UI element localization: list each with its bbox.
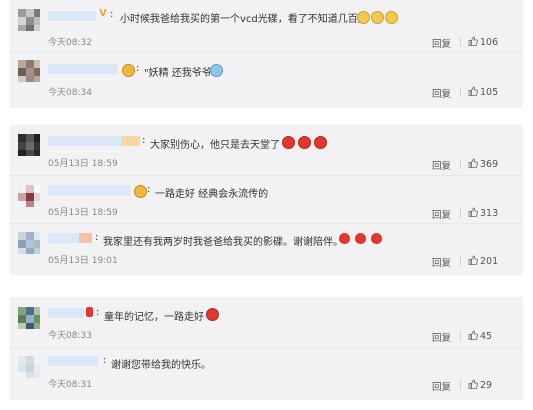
colon: : xyxy=(96,307,100,318)
reply-button[interactable]: 回复 xyxy=(432,86,451,100)
avatar[interactable] xyxy=(18,134,40,156)
timestamp: 05月13日 18:59 xyxy=(48,159,118,169)
heart-icon xyxy=(339,233,350,244)
colon: : xyxy=(103,355,107,366)
heart-icon xyxy=(371,233,382,244)
emoji-icon xyxy=(385,11,398,24)
comment-text: 大家别伤心，他只是去天堂了 xyxy=(150,140,280,151)
reply-button[interactable]: 回复 xyxy=(432,207,451,221)
like-count: 313 xyxy=(480,208,499,219)
heart-icon xyxy=(355,233,366,244)
comment-item: : 我家里还有我两岁时我爸爸给我买的影碟。谢谢陪伴。 05月13日 19:01 … xyxy=(10,223,523,274)
like-button[interactable]: 369 xyxy=(468,158,498,170)
emoji-icon xyxy=(134,185,147,198)
thumbs-up-icon xyxy=(468,207,478,217)
comment-group-1: V : 小时候我爸给我买的第一个vcd光碟，看了不知道几百遍 今天08:32 回… xyxy=(0,0,533,108)
comment-text: 谢谢您带给我的快乐。 xyxy=(111,360,211,371)
comment-item: : 童年的记忆，一路走好 今天08:33 回复 45 xyxy=(10,301,523,347)
reply-button[interactable]: 回复 xyxy=(432,379,451,393)
colon: : xyxy=(95,232,99,243)
comment-item: : "妖精 还我爷爷" 今天08:34 回复 105 xyxy=(10,51,523,104)
divider xyxy=(460,331,461,341)
like-button[interactable]: 313 xyxy=(468,207,498,219)
comment-group-2: : 大家别伤心，他只是去天堂了 05月13日 18:59 回复 369 : 一路… xyxy=(0,125,533,275)
avatar[interactable] xyxy=(18,307,40,329)
colon: : xyxy=(110,9,114,20)
emoji-icon xyxy=(298,136,311,149)
emoji-icon xyxy=(282,136,295,149)
username[interactable] xyxy=(48,356,98,366)
reply-button[interactable]: 回复 xyxy=(432,36,451,50)
colon: : xyxy=(147,184,151,195)
emoji-icon xyxy=(210,64,223,77)
thumbs-up-icon xyxy=(468,158,478,168)
emoji-icon xyxy=(206,308,219,321)
like-button[interactable]: 105 xyxy=(468,86,498,98)
username[interactable] xyxy=(48,185,130,195)
like-count: 29 xyxy=(480,380,493,391)
like-count: 105 xyxy=(480,87,499,98)
like-button[interactable]: 106 xyxy=(468,36,498,48)
timestamp: 今天08:34 xyxy=(48,88,92,98)
like-count: 106 xyxy=(480,37,499,48)
comment-text: 小时候我爸给我买的第一个vcd光碟，看了不知道几百遍 xyxy=(120,14,368,25)
thumbs-up-icon xyxy=(468,36,478,46)
avatar[interactable] xyxy=(18,356,40,378)
emoji-icon xyxy=(314,136,327,149)
divider xyxy=(460,380,461,390)
comment-text: 童年的记忆，一路走好 xyxy=(104,312,204,323)
avatar[interactable] xyxy=(18,185,40,207)
thumbs-up-icon xyxy=(468,330,478,340)
comment-text: 我家里还有我两岁时我爸爸给我买的影碟。谢谢陪伴。 xyxy=(103,237,343,248)
divider xyxy=(460,159,461,169)
reply-button[interactable]: 回复 xyxy=(432,330,451,344)
like-count: 45 xyxy=(480,331,493,342)
avatar[interactable] xyxy=(18,9,40,31)
avatar[interactable] xyxy=(18,232,40,254)
like-count: 369 xyxy=(480,159,499,170)
like-button[interactable]: 29 xyxy=(468,379,492,391)
divider xyxy=(460,87,461,97)
like-count: 201 xyxy=(480,256,499,267)
avatar[interactable] xyxy=(18,60,40,82)
divider xyxy=(460,208,461,218)
colon: : xyxy=(136,63,140,74)
username[interactable] xyxy=(48,233,92,243)
comment-item: : 一路走好 经典会永流传的 05月13日 18:59 回复 313 xyxy=(10,175,523,224)
username[interactable] xyxy=(48,136,140,146)
timestamp: 05月13日 18:59 xyxy=(48,208,118,218)
like-button[interactable]: 45 xyxy=(468,330,492,342)
divider xyxy=(460,37,461,47)
timestamp: 今天08:31 xyxy=(48,380,92,390)
reply-button[interactable]: 回复 xyxy=(432,255,451,269)
thumbs-up-icon xyxy=(468,86,478,96)
thumbs-up-icon xyxy=(468,255,478,265)
username[interactable] xyxy=(48,11,96,21)
like-button[interactable]: 201 xyxy=(468,255,498,267)
username[interactable] xyxy=(48,64,118,74)
timestamp: 今天08:32 xyxy=(48,38,92,48)
comment-item: V : 小时候我爸给我买的第一个vcd光碟，看了不知道几百遍 今天08:32 回… xyxy=(10,5,523,51)
emoji-icon xyxy=(122,64,135,77)
emoji-icon xyxy=(371,11,384,24)
comment-item: : 大家别伤心，他只是去天堂了 05月13日 18:59 回复 369 xyxy=(10,129,523,175)
reply-button[interactable]: 回复 xyxy=(432,158,451,172)
colon: : xyxy=(142,135,146,146)
thumbs-up-icon xyxy=(468,379,478,389)
comment-text: "妖精 还我爷爷" xyxy=(144,68,217,79)
emoji-icon xyxy=(357,11,370,24)
v-badge-icon: V xyxy=(99,8,107,19)
emoji-icon xyxy=(86,307,93,317)
timestamp: 今天08:33 xyxy=(48,331,92,341)
username[interactable] xyxy=(48,308,84,318)
divider xyxy=(460,256,461,266)
comment-group-3: : 童年的记忆，一路走好 今天08:33 回复 45 : 谢谢您带给我的快乐。 … xyxy=(0,297,533,400)
comment-item: : 谢谢您带给我的快乐。 今天08:31 回复 29 xyxy=(10,347,523,398)
timestamp: 05月13日 19:01 xyxy=(48,256,118,266)
comment-text: 一路走好 经典会永流传的 xyxy=(155,189,269,200)
